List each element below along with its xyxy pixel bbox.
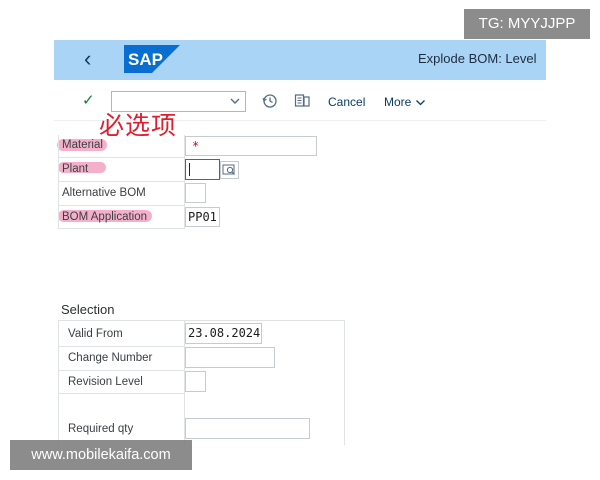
site-watermark: www.mobilekaifa.com [10,440,192,470]
chevron-down-icon [230,98,240,104]
plant-label: Plant [62,163,89,175]
alternative-bom-input[interactable] [185,183,206,203]
grid-line [58,320,344,321]
value-help-icon [222,164,235,175]
grid-line [58,370,185,371]
bom-application-value: PP01 [188,210,217,224]
change-number-input[interactable] [185,347,275,368]
change-number-label: Change Number [68,352,153,364]
chevron-down-icon [415,99,425,106]
page-title: Explode BOM: Level [418,51,537,66]
back-button[interactable]: ‹ [84,47,104,71]
bom-application-label: BOM Application [62,211,148,223]
sap-logo-text: SAP [128,50,163,69]
grid-line [58,181,185,182]
material-label: Material [62,139,103,151]
grid-line [58,157,185,158]
material-input-value: * [192,139,200,153]
valid-from-label: Valid From [68,328,123,340]
grid-line [58,346,185,347]
details-icon[interactable] [294,93,310,109]
grid-line [58,135,59,228]
text-cursor [189,163,190,176]
required-qty-input[interactable] [185,418,310,439]
more-menu-button[interactable]: More [384,95,426,109]
alternative-bom-label: Alternative BOM [62,187,146,199]
valid-from-input[interactable]: 23.08.2024 [185,323,262,344]
revision-level-input[interactable] [185,371,206,392]
selection-heading: Selection [61,302,115,317]
cancel-button[interactable]: Cancel [328,95,365,109]
value-help-button[interactable] [220,161,239,179]
bom-application-input[interactable]: PP01 [185,207,220,227]
tg-watermark: TG: MYYJJPP [464,9,590,39]
plant-input[interactable] [185,159,220,180]
sap-logo: SAP [124,45,180,73]
required-annotation: 必选项 [99,111,178,140]
revision-level-label: Revision Level [68,376,143,388]
valid-from-value: 23.08.2024 [188,326,261,340]
checkmark-icon[interactable]: ✓ [82,91,95,109]
more-menu-label: More [384,95,412,109]
grid-line [58,205,185,206]
grid-line [58,320,59,445]
grid-line [58,228,185,229]
required-qty-label: Required qty [68,423,134,435]
material-input[interactable]: * [185,136,317,156]
grid-line [344,320,345,445]
history-icon[interactable] [262,93,278,109]
grid-line [58,393,185,394]
